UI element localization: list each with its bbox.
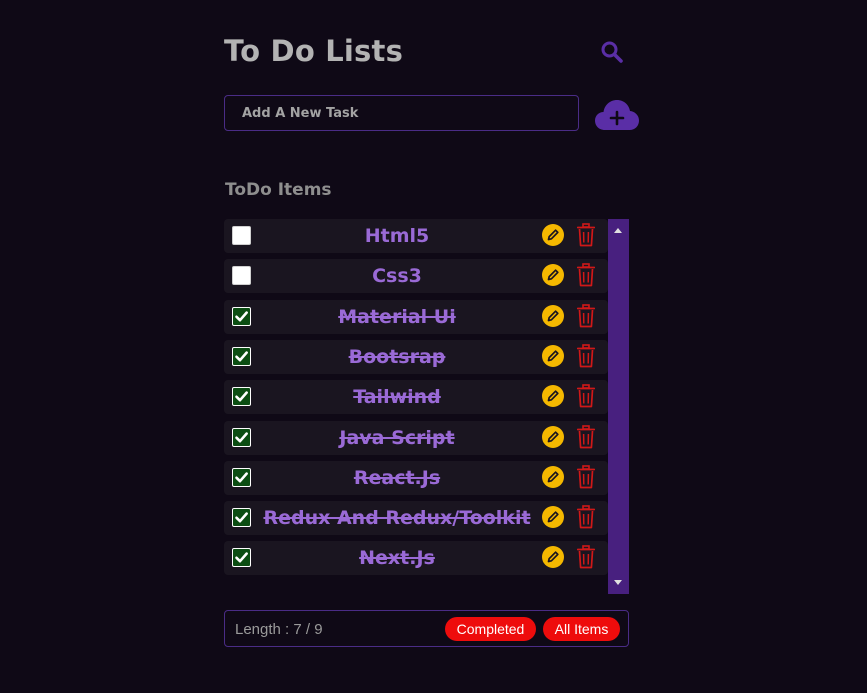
todo-list-container: Html5 Css3 Material Ui Bootsrap Tailwind Java… [224,219,629,594]
edit-button[interactable] [542,425,564,448]
trash-icon [576,223,596,247]
trash-icon [576,424,596,448]
todo-item: Tailwind [224,380,608,415]
todo-label: Material Ui [338,305,456,328]
todo-label: Java Script [339,426,455,449]
scroll-up-arrow-icon[interactable] [614,228,622,233]
trash-icon [576,303,596,327]
edit-button[interactable] [542,546,564,569]
checkmark-icon [235,351,248,362]
search-icon [601,41,623,63]
todo-item: Css3 [224,259,608,294]
search-button[interactable] [600,40,624,64]
delete-button[interactable] [576,384,596,408]
todo-item: Java Script [224,420,608,455]
delete-button[interactable] [576,223,596,247]
checkmark-icon [235,552,248,563]
todo-item: Bootsrap [224,339,608,374]
checkmark-icon [235,472,248,483]
delete-button[interactable] [576,505,596,529]
all-items-filter-button[interactable]: All Items [543,617,620,641]
pencil-icon [547,390,559,402]
edit-button[interactable] [542,385,564,408]
todo-checkbox[interactable] [232,266,251,286]
edit-button[interactable] [542,304,564,327]
checkmark-icon [235,310,248,322]
trash-icon [576,263,596,287]
page-title: To Do Lists [224,34,404,68]
pencil-icon [547,269,559,281]
checkmark-icon [235,512,248,523]
todo-checkbox[interactable] [232,467,251,487]
completed-filter-button[interactable]: Completed [445,617,536,641]
todo-checkbox[interactable] [232,226,251,245]
edit-button[interactable] [542,465,564,488]
checkmark-icon [235,431,248,442]
scrollbar[interactable] [608,219,629,594]
delete-button[interactable] [576,303,596,328]
todo-checkbox[interactable] [232,427,251,447]
edit-button[interactable] [542,224,564,246]
length-counter: Length : 7 / 9 [235,621,323,638]
add-task-button[interactable] [595,99,639,131]
trash-icon [576,464,596,489]
delete-button[interactable] [576,263,596,287]
delete-button[interactable] [576,464,596,489]
todo-label: Css3 [372,265,422,288]
todo-label: Tailwind [353,386,441,409]
todo-item: Html5 [224,219,608,253]
todo-checkbox[interactable] [232,508,251,528]
pencil-icon [547,350,559,362]
edit-button[interactable] [542,506,564,529]
footer-bar: Length : 7 / 9 Completed All Items [224,610,629,647]
cloud-plus-icon [595,100,639,130]
pencil-icon [547,309,559,321]
section-title: ToDo Items [225,180,332,200]
pencil-icon [547,511,559,523]
pencil-icon [547,229,559,241]
todo-checkbox[interactable] [232,548,251,568]
todo-label: Next.Js [359,547,435,570]
todo-label: React.Js [353,466,441,489]
trash-icon [576,505,596,529]
todo-label: Html5 [364,225,430,247]
trash-icon [576,384,596,408]
trash-icon [576,545,596,569]
todo-label: Redux And Redux/Toolkit [263,507,531,530]
todo-list: Html5 Css3 Material Ui Bootsrap Tailwind Java… [224,219,608,594]
trash-icon [576,344,596,368]
checkmark-icon [235,391,248,402]
todo-item: Material Ui [224,299,608,334]
todo-label: Bootsrap [348,345,446,368]
pencil-icon [547,551,559,563]
todo-item: Redux And Redux/Toolkit [224,501,608,536]
pencil-icon [547,471,559,483]
pencil-icon [547,430,559,442]
delete-button[interactable] [576,545,596,569]
scroll-down-arrow-icon[interactable] [614,580,622,585]
todo-checkbox[interactable] [232,387,251,407]
todo-checkbox[interactable] [232,306,251,326]
new-task-input[interactable] [224,95,579,131]
delete-button[interactable] [576,424,596,449]
todo-item: React.Js [224,460,608,495]
todo-checkbox[interactable] [232,346,251,366]
edit-button[interactable] [542,264,564,287]
delete-button[interactable] [576,344,596,368]
edit-button[interactable] [542,344,564,367]
todo-item: Next.Js [224,541,608,576]
